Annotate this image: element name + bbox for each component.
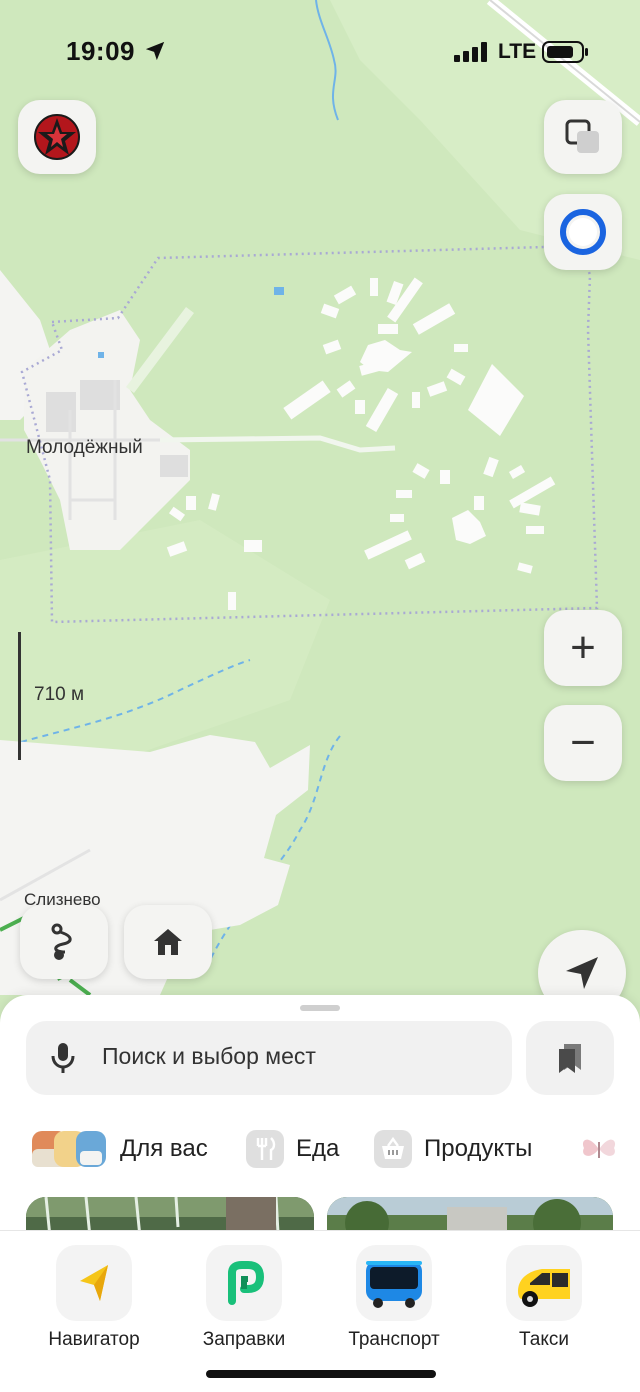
network-type: LTE [498,40,537,63]
bus-icon [356,1245,432,1321]
dock-label: Заправки [202,1329,286,1350]
category-chips[interactable]: Для вас Еда Продукты [0,1121,640,1177]
category-label: Еда [296,1135,340,1162]
location-services-icon [145,41,165,61]
dock-taxi[interactable]: Такси [479,1245,609,1351]
minus-icon: − [570,718,596,767]
bookmarks-button[interactable] [526,1021,614,1095]
plus-icon: + [570,623,596,672]
fuel-icon [206,1245,282,1321]
home-button[interactable] [124,905,212,979]
search-placeholder: Поиск и выбор мест [102,1043,316,1069]
bottom-dock: Навигатор Заправки Транспорт Такси [0,1230,640,1392]
home-indicator[interactable] [206,1370,436,1378]
dock-navigator[interactable]: Навигатор [29,1245,159,1351]
dock-label: Навигатор [48,1329,140,1350]
microphone-icon[interactable] [50,1041,76,1075]
map-scale-label: 710 м [34,684,85,705]
fork-knife-icon [246,1130,284,1168]
home-icon [154,929,182,955]
category-label: Для вас [120,1135,208,1162]
basket-icon [374,1130,412,1168]
zoom-out-button[interactable]: − [544,705,622,781]
route-icon [51,923,72,960]
layers-icon [565,119,599,153]
alice-button[interactable] [544,194,622,270]
status-bar: 19:09 LTE [0,0,640,100]
pond [274,287,284,295]
pond [98,352,104,358]
category-groceries[interactable]: Продукты [374,1121,532,1177]
taxi-icon [506,1245,582,1321]
butterfly-icon [582,1139,616,1158]
profile-button[interactable] [18,100,96,174]
battery-icon [542,41,588,63]
alice-icon [560,209,606,255]
search-input[interactable]: Поиск и выбор мест [26,1021,512,1095]
map-scale-bar [18,632,21,760]
dock-fuel[interactable]: Заправки [179,1245,309,1351]
status-time: 19:09 [66,36,135,66]
category-more[interactable] [578,1121,622,1177]
route-button[interactable] [20,905,108,979]
building [160,455,188,477]
sheet-grabber[interactable] [300,1005,340,1011]
place-label-molodezhny[interactable]: Молодёжный [26,437,143,459]
dock-transport[interactable]: Транспорт [329,1245,459,1351]
category-for-you[interactable]: Для вас [32,1121,208,1177]
cellular-signal-icon [454,42,487,62]
for-you-icon [32,1130,108,1168]
zoom-in-button[interactable]: + [544,610,622,686]
dock-label: Транспорт [348,1329,440,1350]
bookmarks-icon [559,1044,581,1073]
category-food[interactable]: Еда [246,1121,339,1177]
dock-label: Такси [519,1329,569,1350]
category-label: Продукты [424,1135,533,1162]
location-arrow-icon [566,957,598,989]
navigator-icon [56,1245,132,1321]
layers-button[interactable] [544,100,622,174]
profile-avatar [34,114,80,160]
